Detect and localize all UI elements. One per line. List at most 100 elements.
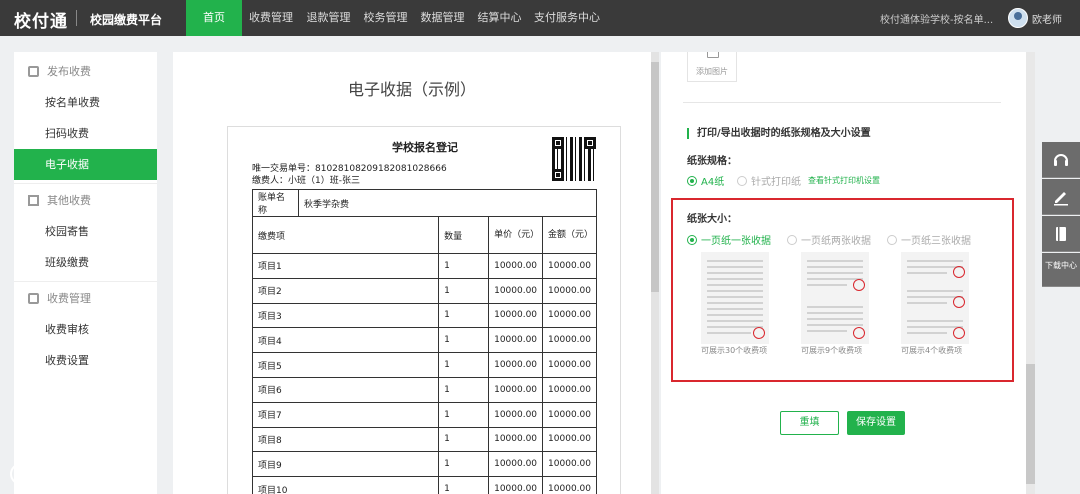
layout-preview-three[interactable] [901,252,969,344]
radio-three-per-page[interactable]: 一页纸三张收据 [887,232,971,247]
bill-row: 账单名称 秋季学杂费 [252,189,597,217]
preview-scrollbar[interactable] [651,52,659,494]
scrollbar-thumb[interactable] [651,62,659,292]
top-navigation-bar: 校付通 校园缴费平台 首页 收费管理 退款管理 校务管理 数据管理 结算中心 支… [0,0,1080,36]
row-amount: 10000.00 [542,476,597,494]
radio-label: 针式打印纸 [751,177,801,188]
qr-code-icon [552,137,596,181]
row-qty: 1 [438,327,490,354]
sidebar-item-fee-review[interactable]: 收费审核 [14,314,157,345]
sidebar-group-fee-management: 收费管理 [14,284,157,314]
row-item-name: 项目8 [251,426,440,453]
highlight-circle [953,266,965,278]
row-price: 10000.00 [488,277,544,304]
row-price: 10000.00 [488,401,544,428]
row-item-name: 项目7 [251,401,440,428]
row-amount: 10000.00 [542,277,597,304]
table-row: 项目10 1 10000.00 10000.00 [251,476,597,494]
avatar-icon[interactable] [1008,8,1028,28]
row-price: 10000.00 [488,253,544,279]
layout-preview-two[interactable] [801,252,869,344]
layout-caption-two: 可展示9个收费项 [801,346,863,355]
layout-caption-one: 可展示30个收费项 [701,346,768,355]
row-price: 10000.00 [488,352,544,378]
row-price: 10000.00 [488,451,544,478]
row-qty: 1 [438,277,490,304]
radio-label: A4纸 [701,177,725,188]
row-qty: 1 [438,401,490,428]
download-center-label: 下载中心 [1045,261,1077,270]
sidebar-divider [14,183,157,184]
nav-refund-management[interactable]: 退款管理 [300,0,357,36]
add-image-button[interactable]: 添加图片 [687,52,737,82]
nav-data-management[interactable]: 数据管理 [414,0,471,36]
row-qty: 1 [438,451,490,478]
receipt-sheet: 学校报名登记 唯一交易单号：81028108209182081028666 缴费… [227,126,621,494]
radio-dot [687,234,697,245]
radio-one-per-page[interactable]: 一页纸一张收据 [687,232,771,247]
feedback-tool[interactable] [1042,179,1080,215]
table-row: 项目9 1 10000.00 10000.00 [251,451,597,478]
row-qty: 1 [438,476,490,494]
sidebar-item-list-fee[interactable]: 按名单收费 [14,87,157,118]
row-amount: 10000.00 [542,302,597,329]
receipt-table: 账单名称 秋季学杂费 缴费项 数量 单价（元） 金额（元） 项目1 1 10000.… [251,189,597,494]
radio-label: 一页纸一张收据 [701,236,771,247]
download-box-icon [28,293,39,304]
nav-school-affairs[interactable]: 校务管理 [357,0,414,36]
sidebar-item-consignment[interactable]: 校园寄售 [14,216,157,247]
table-row: 项目7 1 10000.00 10000.00 [251,401,597,428]
radio-two-per-page[interactable]: 一页纸两张收据 [787,232,871,247]
guide-tool[interactable] [1042,216,1080,252]
logo-divider [76,10,77,26]
header-item: 缴费项 [251,216,440,254]
row-amount: 10000.00 [542,426,597,453]
highlight-circle [953,327,965,339]
nav-payment-service-center[interactable]: 支付服务中心 [528,0,606,36]
row-amount: 10000.00 [542,327,597,354]
radio-a4[interactable]: A4纸 [687,173,724,188]
sidebar-group-label: 收费管理 [47,292,91,305]
sidebar-item-fee-settings[interactable]: 收费设置 [14,345,157,376]
header-price: 单价（元） [488,216,544,254]
layout-caption-three: 可展示4个收费项 [901,346,963,355]
sidebar: 发布收费 按名单收费 扫码收费 电子收据 其他收费 校园寄售 班级缴费 收费管理… [14,52,157,494]
row-amount: 10000.00 [542,376,597,403]
sidebar-item-scan-fee[interactable]: 扫码收费 [14,118,157,149]
row-item-name: 项目1 [251,253,440,279]
sidebar-item-class-payment[interactable]: 班级缴费 [14,247,157,278]
bill-name: 秋季学杂费 [298,189,597,217]
row-price: 10000.00 [488,426,544,453]
headset-icon [1054,154,1068,166]
customer-service-tool[interactable] [1042,142,1080,178]
nav-settlement-center[interactable]: 结算中心 [471,0,528,36]
brand-logo[interactable]: 校付通 [14,7,68,32]
settings-scrollbar[interactable] [1026,52,1035,494]
preview-title: 电子收据（示例） [347,80,476,99]
row-price: 10000.00 [488,302,544,329]
save-settings-button[interactable]: 保存设置 [847,411,905,435]
table-row: 项目1 1 10000.00 10000.00 [251,253,597,279]
user-name[interactable]: 欧老师 [1032,11,1062,26]
image-icon [707,52,719,58]
nav-fee-management[interactable]: 收费管理 [242,0,300,36]
table-row: 项目5 1 10000.00 10000.00 [251,352,597,378]
watermark-text: 大数跨境 [50,466,119,485]
layout-preview-one[interactable] [701,252,769,344]
school-selector[interactable]: 校付通体验学校-按名单... [880,11,993,26]
paper-size-label: 纸张大小： [687,214,737,225]
radio-dot-matrix[interactable]: 针式打印纸 [737,173,801,188]
sidebar-divider [14,281,157,282]
table-row: 项目8 1 10000.00 10000.00 [251,426,597,453]
header-qty: 数量 [438,216,490,254]
download-center-tool[interactable]: 下载中心 [1042,253,1080,287]
sidebar-item-e-receipt[interactable]: 电子收据 [14,149,157,180]
scrollbar-thumb[interactable] [1026,364,1035,484]
highlight-circle [953,296,965,308]
watermark-logo-icon [10,463,44,485]
reset-button[interactable]: 重填 [780,411,839,435]
nav-home[interactable]: 首页 [186,0,242,36]
printer-settings-link[interactable]: 查看针式打印机设置 [808,175,880,186]
row-amount: 10000.00 [542,451,597,478]
radio-dot [787,234,797,245]
